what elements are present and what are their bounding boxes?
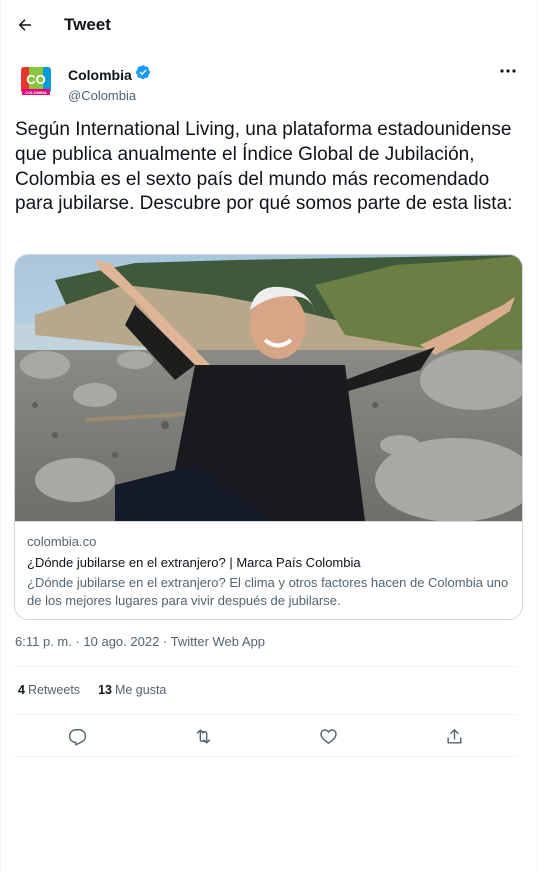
card-domain: colombia.co: [27, 534, 97, 549]
tweet-timestamp[interactable]: 6:11 p. m. · 10 ago. 2022 · Twitter Web …: [15, 634, 265, 649]
avatar[interactable]: CO COLOMBIA: [17, 62, 55, 100]
heart-icon[interactable]: [318, 725, 340, 747]
verified-badge-icon: [135, 64, 151, 85]
divider: [15, 756, 517, 757]
more-options-icon[interactable]: [497, 62, 519, 80]
svg-text:COLOMBIA: COLOMBIA: [25, 90, 47, 95]
divider: [15, 714, 517, 715]
page-title: Tweet: [64, 15, 111, 34]
tweet-actions: [15, 722, 517, 750]
retweets-stat[interactable]: 4 Retweets: [18, 683, 80, 697]
reply-icon[interactable]: [67, 725, 89, 747]
author-handle[interactable]: @Colombia: [68, 88, 151, 103]
retweet-icon[interactable]: [192, 725, 214, 747]
card-image[interactable]: [15, 255, 523, 521]
tweet-page: Tweet CO COLOMBIA Colombia @Colombia Seg…: [0, 0, 538, 872]
author-name[interactable]: Colombia: [68, 67, 132, 83]
arrow-left-icon[interactable]: [15, 15, 35, 35]
svg-text:CO: CO: [26, 72, 46, 87]
card-body: colombia.co ¿Dónde jubilarse en el extra…: [15, 521, 522, 610]
tweet-text: Según International Living, una platafor…: [15, 119, 513, 215]
link-card[interactable]: colombia.co ¿Dónde jubilarse en el extra…: [14, 254, 523, 620]
share-icon[interactable]: [443, 725, 465, 747]
divider: [15, 666, 517, 667]
author-names: Colombia @Colombia: [68, 64, 151, 103]
top-bar: Tweet: [1, 0, 537, 50]
tweet-stats: 4 Retweets 13 Me gusta: [18, 683, 166, 697]
likes-stat[interactable]: 13 Me gusta: [98, 683, 166, 697]
card-title[interactable]: ¿Dónde jubilarse en el extranjero? | Mar…: [27, 555, 512, 570]
tweet-author: CO COLOMBIA Colombia @Colombia: [17, 60, 521, 104]
card-description: ¿Dónde jubilarse en el extranjero? El cl…: [27, 575, 509, 608]
